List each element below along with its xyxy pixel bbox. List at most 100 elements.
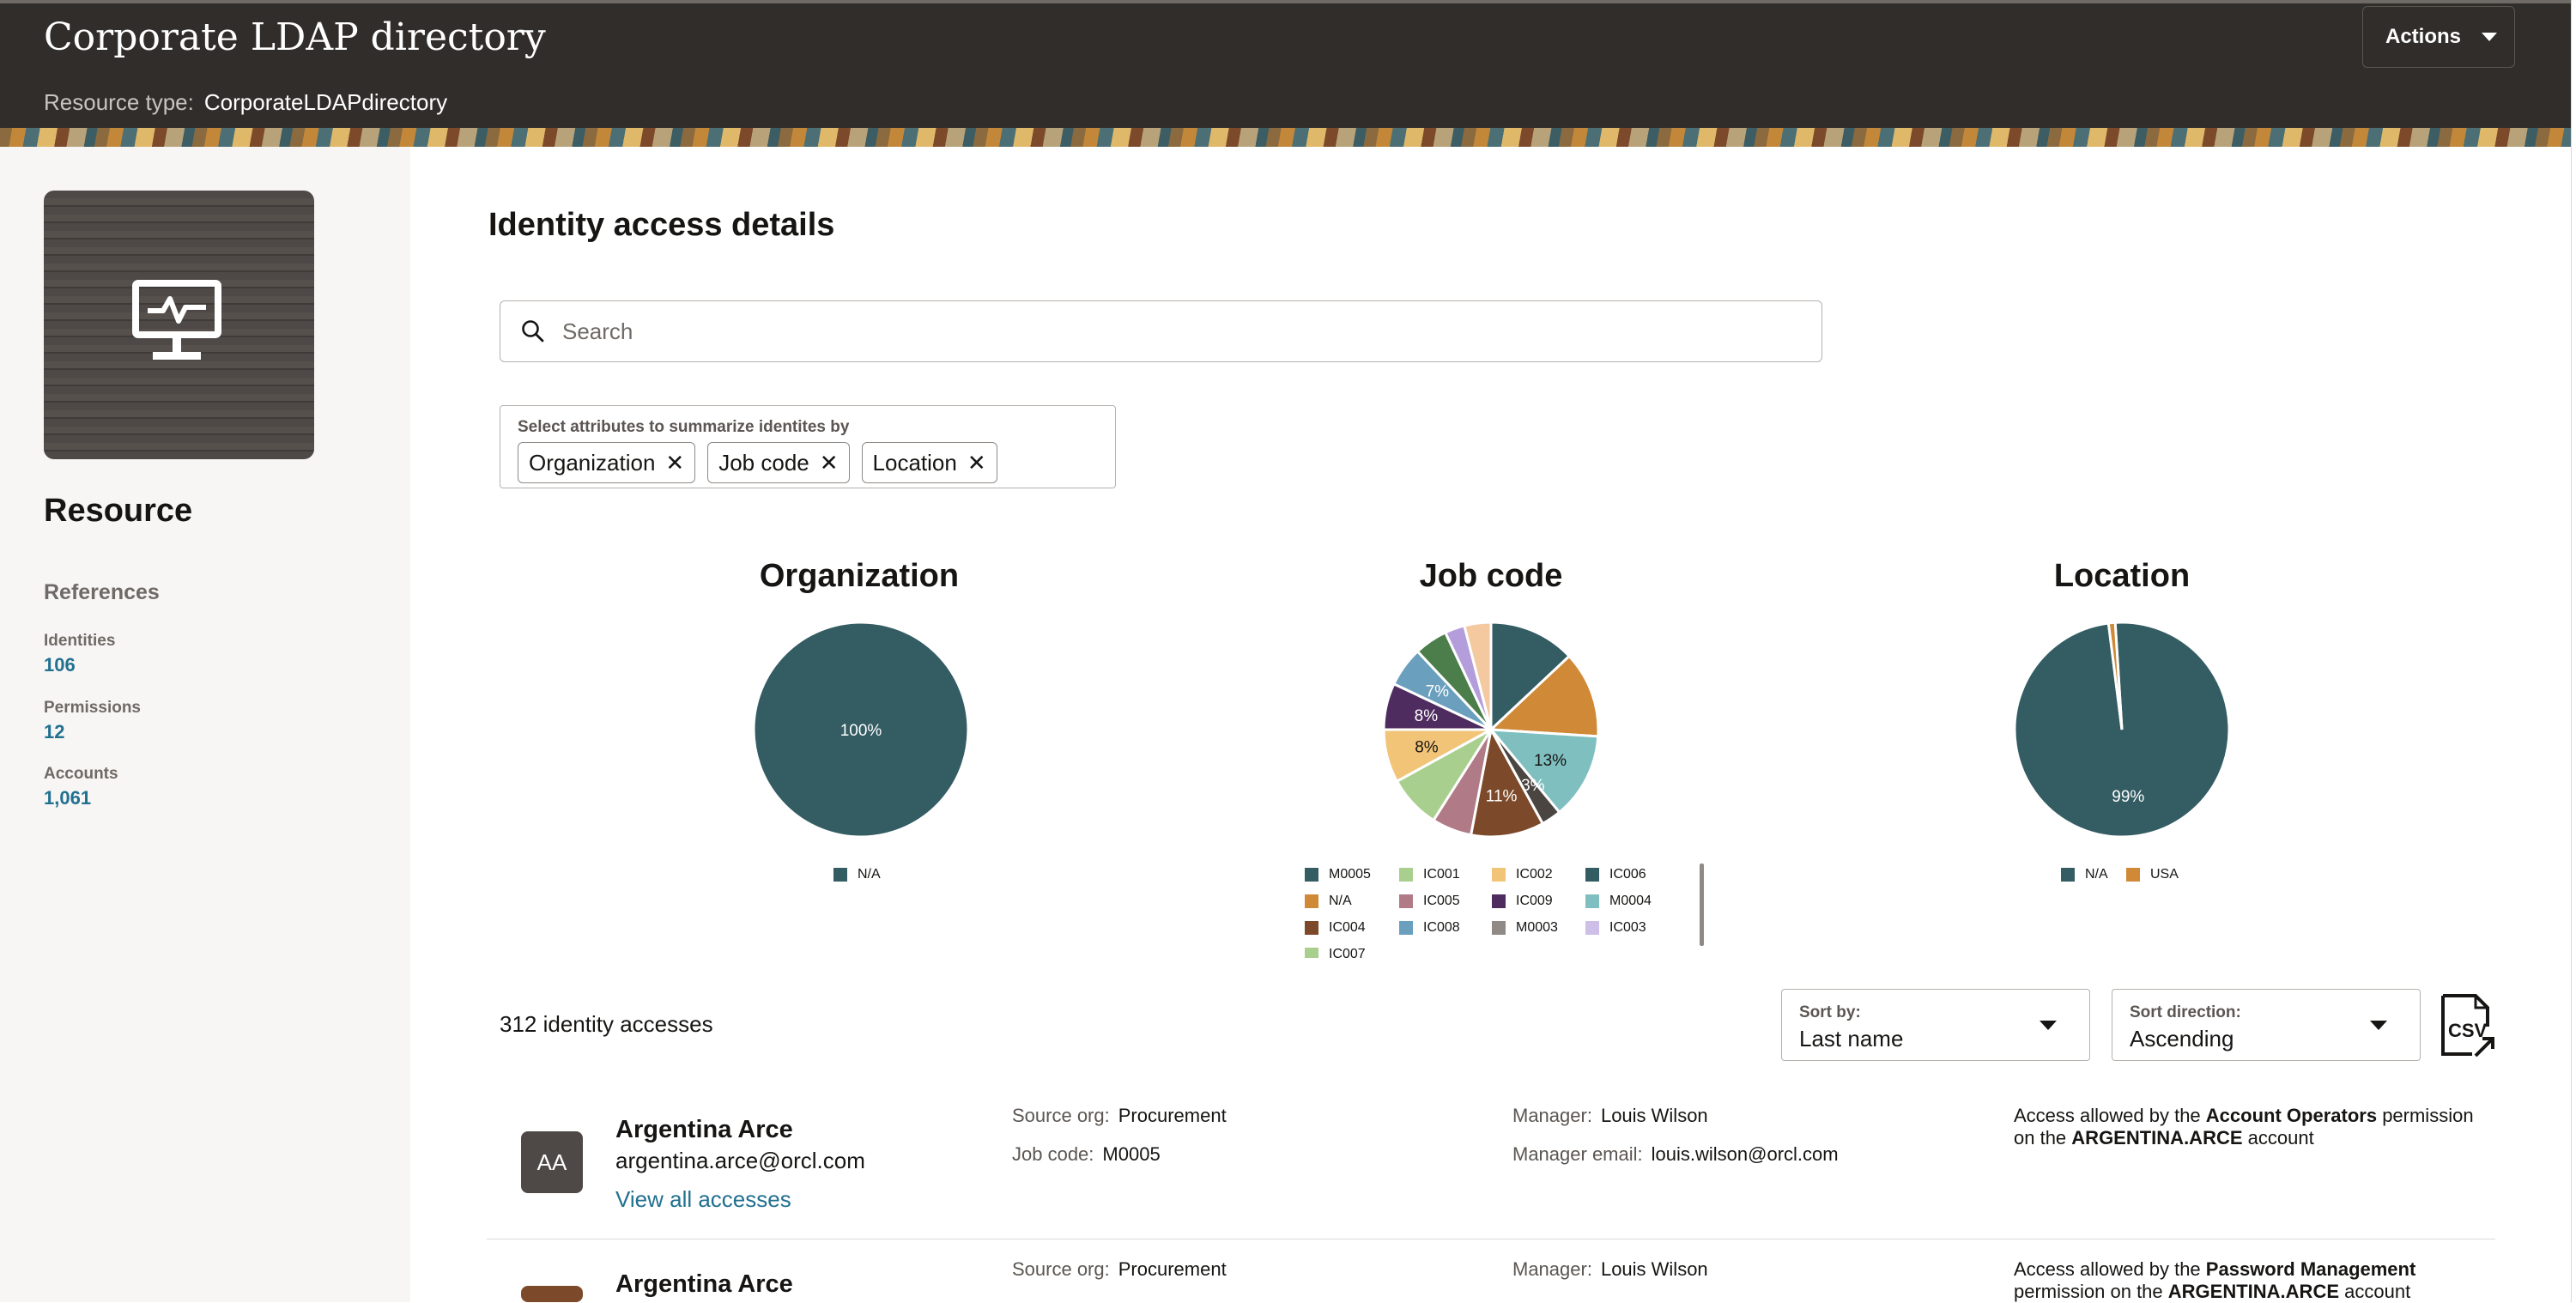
resource-type-value: CorporateLDAPdirectory [203,89,448,115]
legend-swatch [1585,894,1599,908]
access-description: Access allowed by the Account Operators … [2014,1105,2494,1149]
job-code-pie-chart[interactable]: 13%13%11%8%8%7% [1379,618,1603,841]
pie-data-label: 13% [1534,752,1567,770]
accounts-count-link[interactable]: 1,061 [44,787,118,809]
view-all-accesses-link[interactable]: View all accesses [615,1186,791,1213]
legend-label: M0003 [1516,920,1558,935]
access-text: account [2344,1281,2411,1302]
reference-label: Permissions [44,699,141,717]
legend-label: N/A [2085,867,2108,882]
legend-item[interactable]: IC001 [1399,867,1460,882]
legend-label: M0005 [1329,867,1371,882]
reference-accounts: Accounts 1,061 [44,765,118,809]
legend-item[interactable]: M0003 [1492,920,1558,936]
legend-swatch [2126,868,2140,882]
chip-location[interactable]: Location ✕ [861,442,997,483]
permissions-count-link[interactable]: 12 [44,721,141,743]
legend-item[interactable]: IC007 [1305,947,1366,958]
resource-type-label: Resource type: [44,89,194,115]
organization-pie-chart[interactable]: 100% [749,618,973,841]
legend-label: IC003 [1609,920,1646,935]
legend-scrollbar[interactable] [1700,864,1704,946]
job-code: Job code: M0005 [1012,1143,1161,1166]
legend-swatch [1399,921,1413,935]
close-icon[interactable]: ✕ [820,450,839,476]
source-org: Source org: Procurement [1012,1258,1227,1281]
legend-item[interactable]: IC008 [1399,920,1460,936]
field-label: Job code: [1012,1143,1094,1165]
results-count: 312 identity accesses [500,1011,713,1037]
chip-job-code[interactable]: Job code ✕ [707,442,850,483]
legend-item[interactable]: M0004 [1585,894,1652,909]
chart-title-location: Location [2053,558,2191,594]
sort-direction-label: Sort direction: [2130,1003,2241,1021]
field-value: M0005 [1102,1143,1161,1165]
legend-swatch [1492,921,1506,935]
field-value: Louis Wilson [1600,1105,1708,1126]
csv-export-icon[interactable]: CSV [2438,992,2498,1058]
window-edge [2571,0,2576,1302]
chip-organization[interactable]: Organization ✕ [518,442,696,483]
access-text: permission on the [2014,1281,2163,1302]
legend-item[interactable]: IC006 [1585,867,1646,882]
legend-label: IC002 [1516,867,1553,882]
decorative-banner [0,128,2571,147]
close-icon[interactable]: ✕ [665,450,684,476]
chevron-down-icon [2040,1021,2057,1030]
legend-label: IC008 [1423,920,1460,935]
sort-direction-select[interactable]: Sort direction: Ascending [2112,989,2421,1061]
legend-item[interactable]: N/A [1305,894,1352,909]
legend-swatch [1585,868,1599,882]
permission-name: Account Operators [2205,1105,2378,1126]
legend-item[interactable]: N/A [2061,867,2108,882]
legend-swatch [1492,868,1506,882]
reference-label: Identities [44,632,116,650]
legend-label: IC005 [1423,894,1460,908]
legend-swatch [1399,868,1413,882]
pie-data-label: 100% [840,722,882,740]
field-value: Louis Wilson [1600,1258,1708,1280]
attribute-selector[interactable]: Select attributes to summarize identites… [500,405,1116,488]
actions-menu-button[interactable]: Actions [2362,6,2515,68]
chip-label: Organization [529,449,656,476]
actions-label: Actions [2385,25,2462,48]
account-name: ARGENTINA.ARCE [2167,1281,2340,1302]
chevron-down-icon [2482,33,2498,41]
access-text: Access allowed by the [2014,1258,2201,1280]
legend-swatch [1492,894,1506,908]
legend-swatch [1585,921,1599,935]
page-header: Corporate LDAP directory Resource type: C… [0,0,2571,147]
legend-item[interactable]: IC004 [1305,920,1366,936]
attribute-selector-label: Select attributes to summarize identites… [518,418,850,436]
legend-label: IC007 [1329,947,1366,958]
resource-image [44,191,314,459]
sort-by-select[interactable]: Sort by: Last name [1781,989,2090,1061]
pie-data-label: 7% [1426,682,1450,700]
access-text: account [2247,1127,2314,1148]
legend-item[interactable]: M0005 [1305,867,1371,882]
field-label: Manager: [1512,1105,1592,1126]
identities-count-link[interactable]: 106 [44,654,115,676]
pie-data-label: 8% [1415,707,1439,725]
legend-label: USA [2150,867,2179,882]
legend-label: N/A [858,867,881,882]
legend-label: IC004 [1329,920,1366,935]
legend-item[interactable]: IC002 [1492,867,1553,882]
legend-item[interactable]: N/A [833,867,881,882]
legend-item[interactable]: USA [2126,867,2179,882]
close-icon[interactable]: ✕ [967,450,986,476]
field-value: louis.wilson@orcl.com [1651,1143,1839,1165]
legend-label: N/A [1329,894,1352,908]
legend-item[interactable]: IC009 [1492,894,1553,909]
legend-swatch [1305,894,1318,908]
legend-label: IC006 [1609,867,1646,882]
location-pie-chart[interactable]: 99% [2010,618,2234,841]
legend-item[interactable]: IC005 [1399,894,1460,909]
field-value: Procurement [1118,1105,1227,1126]
search-input[interactable]: Search [500,300,1822,362]
sort-by-label: Sort by: [1799,1003,1861,1021]
legend-item[interactable]: IC003 [1585,920,1646,936]
chevron-down-icon [2370,1021,2387,1030]
manager-email: Manager email: louis.wilson@orcl.com [1512,1143,1839,1166]
section-title: Identity access details [488,207,835,243]
